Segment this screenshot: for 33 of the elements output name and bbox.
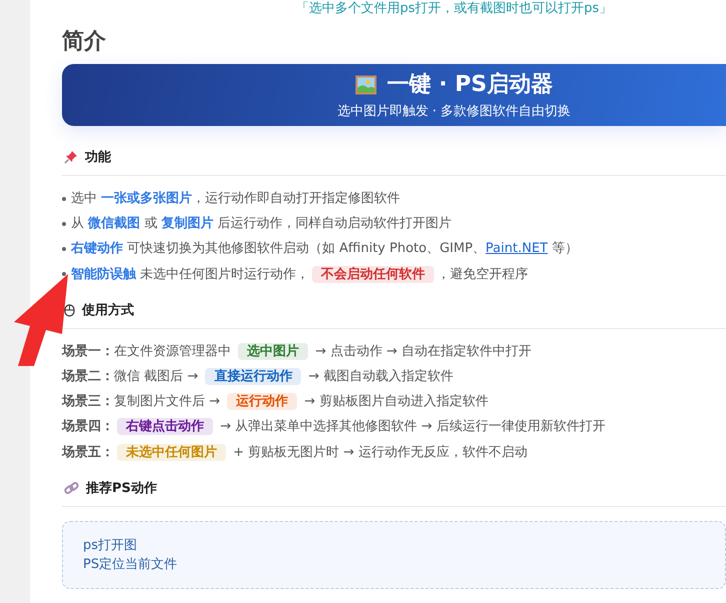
bullet-icon	[62, 222, 66, 226]
paint-net-link[interactable]: Paint.NET	[486, 241, 548, 256]
banner-subtitle: 选中图片即触发 · 多款修图软件自由切换	[337, 103, 571, 120]
section-title: 使用方式	[82, 302, 134, 319]
note-text: 「选中多个文件用ps打开，或有截图时也可以打开ps」	[294, 0, 614, 18]
feature-text: 右键动作 可快速切换为其他修图软件启动（如 Affinity Photo、GIMP、Paint.NET 等）	[71, 240, 578, 258]
feature-text: 选中 一张或多张图片，运行动作即自动打开指定修图软件	[71, 190, 400, 208]
tag: 未选中任何图片	[117, 444, 226, 461]
section-title: 功能	[85, 149, 111, 166]
scenario-text: 场景三：复制图片文件后 → 运行动作 → 剪贴板图片自动进入指定软件	[62, 392, 488, 412]
bullet-icon	[62, 196, 66, 201]
mouse-icon	[64, 302, 75, 317]
section-heading: 简介	[62, 28, 107, 56]
banner-title: 一键 · PS启动器	[387, 71, 553, 99]
tag: 右键点击动作	[117, 418, 213, 436]
framed-picture-icon	[355, 75, 378, 95]
section-title: 推荐PS动作	[86, 480, 157, 497]
tag: 运行动作	[227, 393, 298, 410]
action-name: PS定位当前文件	[83, 556, 178, 574]
scenario-text: 场景四： 右键点击动作 → 从弹出菜单中选择其他修图软件 → 后续运行一律使用新软件打开	[62, 417, 606, 438]
bullet-icon	[62, 272, 66, 276]
scenario-text: 场景一：在文件资源管理器中 选中图片 → 点击动作 → 自动在指定软件中打开	[62, 342, 532, 362]
pushpin-icon	[64, 150, 78, 164]
tag: 不会启动任何软件	[312, 266, 434, 283]
feature-text: 智能防误触 未选中任何图片时运行动作， 不会启动任何软件 ，避免空开程序	[71, 264, 528, 285]
scenario-text: 场景二：微信 截图后 → 直接运行动作 → 截图自动载入指定软件	[62, 367, 454, 388]
feature-text: 从 微信截图 或 复制图片 后运行动作，同样自动启动软件打开图片	[71, 215, 452, 234]
action-name: ps打开图	[83, 536, 138, 555]
scenario-text: 场景五： 未选中任何图片 + 剪贴板无图片时 → 运行动作无反应，软件不启动	[62, 442, 528, 463]
bullet-icon	[62, 247, 66, 251]
tag: 直接运行动作	[205, 368, 302, 386]
chain-link-icon	[64, 480, 79, 495]
tag: 选中图片	[238, 342, 308, 360]
